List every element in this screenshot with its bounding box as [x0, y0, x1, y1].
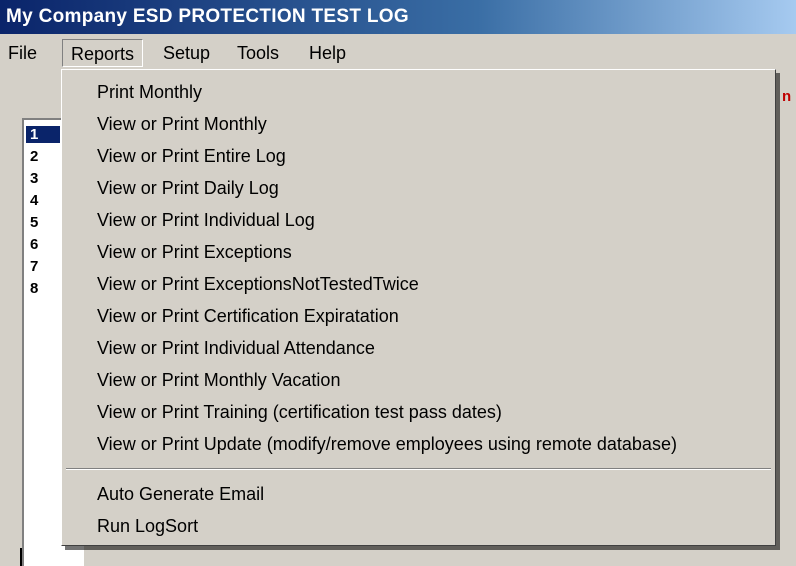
- menu-item-view-print-certification-expiration[interactable]: View or Print Certification Expiratation: [97, 301, 399, 331]
- window-title-bar[interactable]: My Company ESD PROTECTION TEST LOG: [0, 0, 796, 34]
- list-row-number[interactable]: 6: [30, 236, 38, 253]
- menu-reports[interactable]: Reports: [62, 39, 144, 67]
- menu-item-auto-generate-email[interactable]: Auto Generate Email: [97, 479, 264, 509]
- window-title: My Company ESD PROTECTION TEST LOG: [6, 6, 409, 27]
- menu-setup[interactable]: Setup: [155, 39, 218, 67]
- menu-help[interactable]: Help: [301, 39, 354, 67]
- menu-item-view-print-daily-log[interactable]: View or Print Daily Log: [97, 173, 279, 203]
- menu-tools[interactable]: Tools: [229, 39, 287, 67]
- menu-separator: [66, 468, 771, 470]
- menu-item-view-print-individual-log[interactable]: View or Print Individual Log: [97, 205, 315, 235]
- list-row-number[interactable]: 1: [26, 126, 60, 143]
- menu-bar: File Reports Setup Tools Help: [0, 34, 796, 70]
- reports-dropdown-menu: Print Monthly View or Print Monthly View…: [61, 69, 776, 546]
- list-row-number[interactable]: 3: [30, 170, 38, 187]
- menu-item-view-print-training[interactable]: View or Print Training (certification te…: [97, 397, 502, 427]
- menu-file[interactable]: File: [0, 39, 45, 67]
- list-row-number[interactable]: 5: [30, 214, 38, 231]
- menu-item-view-print-exceptions[interactable]: View or Print Exceptions: [97, 237, 292, 267]
- menu-item-view-print-entire-log[interactable]: View or Print Entire Log: [97, 141, 286, 171]
- list-row-number[interactable]: 8: [30, 280, 38, 297]
- menu-item-view-print-exceptions-not-tested-twice[interactable]: View or Print ExceptionsNotTestedTwice: [97, 269, 419, 299]
- list-edge-divider: [20, 548, 22, 566]
- menu-item-view-print-monthly[interactable]: View or Print Monthly: [97, 109, 267, 139]
- menu-item-view-print-update[interactable]: View or Print Update (modify/remove empl…: [97, 429, 677, 459]
- list-row-number[interactable]: 7: [30, 258, 38, 275]
- menu-item-view-print-monthly-vacation[interactable]: View or Print Monthly Vacation: [97, 365, 340, 395]
- partial-header-text: n: [782, 88, 792, 105]
- menu-item-run-logsort[interactable]: Run LogSort: [97, 511, 198, 541]
- menu-item-view-print-individual-attendance[interactable]: View or Print Individual Attendance: [97, 333, 375, 363]
- list-row-number[interactable]: 4: [30, 192, 38, 209]
- list-row-number[interactable]: 2: [30, 148, 38, 165]
- menu-item-print-monthly[interactable]: Print Monthly: [97, 77, 202, 107]
